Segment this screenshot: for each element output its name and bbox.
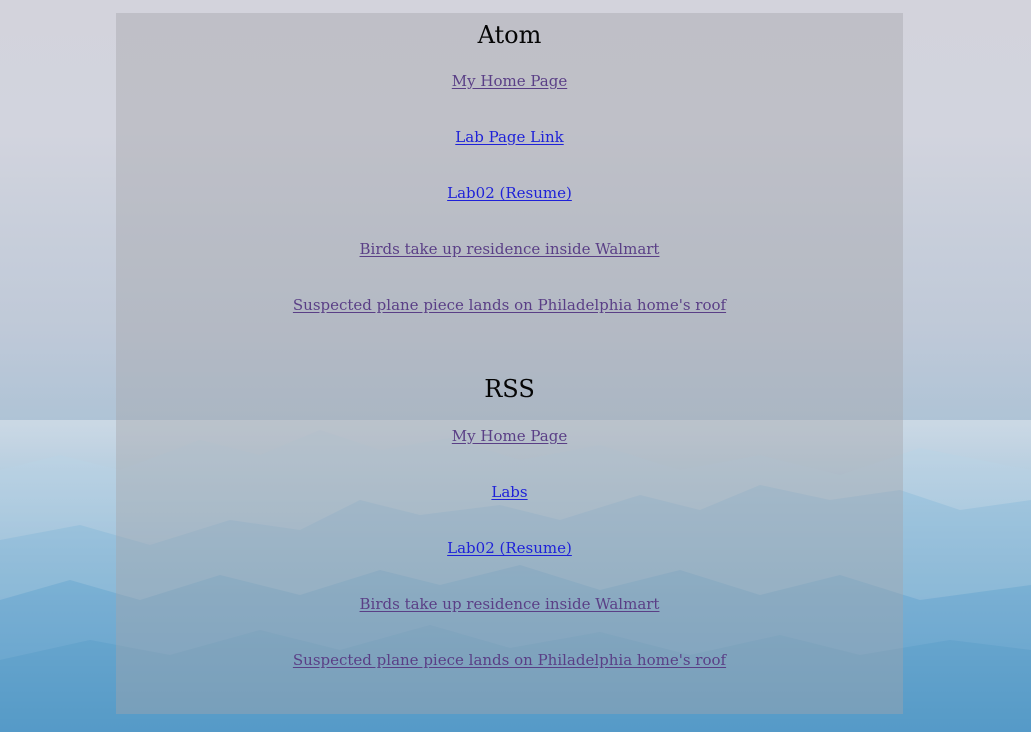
list-item: Lab02 (Resume) (116, 182, 903, 238)
atom-link-birds-walmart[interactable]: Birds take up residence inside Walmart (360, 240, 660, 258)
rss-link-plane-piece[interactable]: Suspected plane piece lands on Philadelp… (293, 651, 726, 669)
list-item: My Home Page (116, 425, 903, 481)
rss-link-labs[interactable]: Labs (491, 483, 527, 501)
rss-link-list: My Home Page Labs Lab02 (Resume) Birds t… (116, 425, 903, 705)
list-item: Lab02 (Resume) (116, 537, 903, 593)
list-item: Birds take up residence inside Walmart (116, 238, 903, 294)
atom-link-lab02-resume[interactable]: Lab02 (Resume) (447, 184, 572, 202)
list-item: My Home Page (116, 70, 903, 126)
rss-link-birds-walmart[interactable]: Birds take up residence inside Walmart (360, 595, 660, 613)
rss-heading: RSS (484, 375, 535, 403)
list-item: Lab Page Link (116, 126, 903, 182)
atom-link-lab-page[interactable]: Lab Page Link (455, 128, 563, 146)
list-item: Suspected plane piece lands on Philadelp… (116, 649, 903, 705)
rss-link-lab02-resume[interactable]: Lab02 (Resume) (447, 539, 572, 557)
list-item: Suspected plane piece lands on Philadelp… (116, 294, 903, 350)
feeds-panel: Atom My Home Page Lab Page Link Lab02 (R… (116, 13, 903, 714)
list-item: Labs (116, 481, 903, 537)
list-item: Birds take up residence inside Walmart (116, 593, 903, 649)
atom-heading: Atom (477, 21, 542, 49)
atom-link-list: My Home Page Lab Page Link Lab02 (Resume… (116, 70, 903, 350)
rss-link-home-page[interactable]: My Home Page (452, 427, 567, 445)
atom-link-plane-piece[interactable]: Suspected plane piece lands on Philadelp… (293, 296, 726, 314)
atom-link-home-page[interactable]: My Home Page (452, 72, 567, 90)
